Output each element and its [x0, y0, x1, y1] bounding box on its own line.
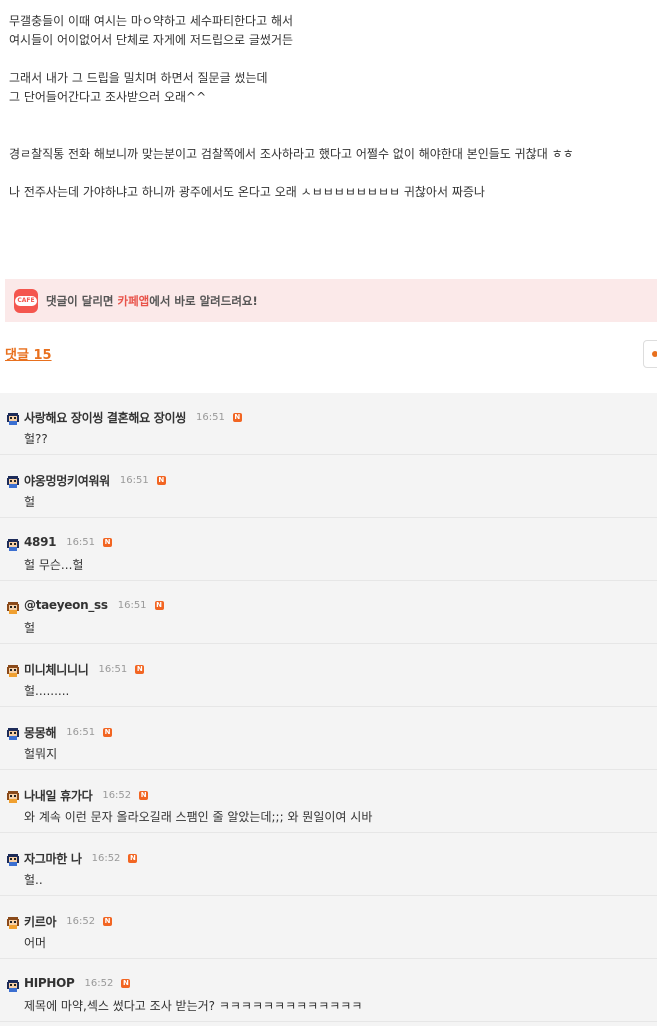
cafe-app-icon: CAFE [14, 288, 38, 313]
banner-text-before: 댓글이 달리면 [46, 293, 118, 308]
article-line: 경ㄹ찰직통 전화 해보니까 맞는분이고 검찰쪽에서 조사하라고 했다고 어쩔수 … [9, 147, 574, 161]
user-avatar-icon[interactable] [6, 789, 20, 803]
comment-meta: 몽몽해 16:51 N [24, 724, 113, 741]
comment-meta: HIPHOP 16:52 N [24, 976, 131, 990]
comment-text: 와 계속 이런 문자 올라오길래 스팸인 줄 알았는데;;; 와 뭔일이여 시바 [24, 810, 373, 824]
article-line: 그래서 내가 그 드립을 밀치며 하면서 질문글 썼는데 [9, 71, 268, 85]
comment-meta: 4891 16:51 N [24, 535, 113, 549]
comment-time: 16:51 [98, 664, 128, 675]
new-badge-icon: N [121, 978, 131, 988]
comment-nickname[interactable]: 몽몽해 [24, 724, 57, 741]
comment-nickname[interactable]: 야옹멍멍키여워워 [24, 472, 110, 489]
comment-text: 헐 [24, 495, 36, 509]
comment-text: 헐 [24, 621, 36, 635]
comment-item: 사랑해요 장이씽 결혼해요 장이씽 16:51 N 헐?? [0, 393, 657, 455]
new-badge-icon: N [232, 413, 242, 422]
article-line: 여시들이 어이없어서 단체로 자게에 저드립으로 글썼거든 [9, 33, 294, 47]
comment-nickname[interactable]: 자그마한 나 [24, 850, 82, 867]
comment-time: 16:52 [84, 977, 114, 989]
banner-text: 댓글이 달리면 카페앱에서 바로 알려드려요! [46, 293, 258, 309]
cafe-logo-text: CAFE [15, 295, 37, 306]
article-line: 나 전주사는데 가야하냐고 하니까 광주에서도 온다고 오래 ㅅㅂㅂㅂㅂㅂㅂㅂㅂ… [9, 185, 485, 199]
comment-meta: 미니체니니니 16:51 N [24, 661, 145, 678]
comment-time: 16:52 [91, 853, 121, 864]
comment-item: 키르아 16:52 N 어머 [0, 897, 657, 959]
user-avatar-icon[interactable] [6, 411, 20, 425]
comment-text: 헐......... [24, 684, 70, 698]
comment-nickname[interactable]: 나내일 휴가다 [24, 787, 93, 804]
user-avatar-icon[interactable] [6, 978, 20, 992]
side-toggle-button[interactable] [643, 340, 657, 368]
new-badge-icon: N [103, 917, 113, 926]
new-badge-icon: N [103, 537, 113, 547]
user-avatar-icon[interactable] [6, 600, 20, 614]
comment-item: @taeyeon_ss 16:51 N 헐 [0, 582, 657, 644]
comment-text: 헐뭐지 [24, 747, 58, 761]
comment-nickname[interactable]: 키르아 [24, 913, 57, 930]
comment-text: 어머 [24, 936, 47, 950]
user-avatar-icon[interactable] [6, 852, 20, 866]
user-avatar-icon[interactable] [6, 726, 20, 740]
comment-time: 16:51 [66, 727, 96, 738]
comment-list: 사랑해요 장이씽 결혼해요 장이씽 16:51 N 헐?? 야옹멍멍키여워워 16:51 N… [0, 393, 657, 1026]
comment-item: 4891 16:51 N 헐 무슨...헐 [0, 519, 657, 581]
comment-time: 16:52 [66, 916, 96, 927]
comment-item: HIPHOP 16:52 N 제목에 마약,섹스 썼다고 조사 받는거? ㅋㅋㅋㅋㅋㅋ… [0, 960, 657, 1022]
cafe-app-banner[interactable]: CAFE 댓글이 달리면 카페앱에서 바로 알려드려요! [5, 279, 657, 322]
banner-text-after: 에서 바로 알려드려요! [149, 293, 258, 308]
new-badge-icon: N [103, 728, 113, 737]
comment-time: 16:51 [117, 599, 147, 611]
comment-time: 16:51 [196, 412, 225, 423]
article-line: 무갤충들이 이때 여시는 마ㅇ약하고 세수파티한다고 해서 [9, 14, 294, 28]
comment-item: 몽몽해 16:51 N 헐뭐지 [0, 708, 657, 770]
comment-nickname[interactable]: 사랑해요 장이씽 결혼해요 장이씽 [24, 409, 186, 426]
article-line: 그 단어들어간다고 조사받으러 오래^^ [9, 90, 207, 104]
new-badge-icon: N [156, 476, 166, 485]
comment-item: 야옹멍멍키여워워 16:51 N 헐 [0, 456, 657, 518]
article-body: 무갤충들이 이때 여시는 마ㅇ약하고 세수파티한다고 해서 여시들이 어이없어서… [9, 12, 649, 202]
comment-nickname[interactable]: @taeyeon_ss [24, 598, 108, 612]
comment-text: 헐?? [24, 432, 48, 446]
comment-text: 헐 무슨...헐 [24, 558, 84, 572]
comment-item: 자그마한 나 16:52 N 헐.. [0, 834, 657, 896]
comment-meta: 키르아 16:52 N [24, 913, 113, 930]
comment-time: 16:52 [102, 790, 132, 801]
user-avatar-icon[interactable] [6, 663, 20, 677]
comment-meta: 사랑해요 장이씽 결혼해요 장이씽 16:51 N [24, 409, 242, 426]
user-avatar-icon[interactable] [6, 537, 20, 551]
new-badge-icon: N [128, 854, 138, 863]
comment-item: 나내일 휴가다 16:52 N 와 계속 이런 문자 올라오길래 스팸인 줄 알았는데… [0, 771, 657, 833]
new-badge-icon: N [139, 791, 149, 800]
comment-meta: 자그마한 나 16:52 N [24, 850, 138, 867]
new-badge-icon: N [154, 600, 164, 610]
comment-meta: 나내일 휴가다 16:52 N [24, 787, 149, 804]
comment-nickname[interactable]: HIPHOP [24, 976, 75, 990]
comment-meta: @taeyeon_ss 16:51 N [24, 598, 164, 612]
comment-nickname[interactable]: 미니체니니니 [24, 661, 89, 678]
comment-time: 16:51 [66, 536, 96, 548]
comment-text: 제목에 마약,섹스 썼다고 조사 받는거? ㅋㅋㅋㅋㅋㅋㅋㅋㅋㅋㅋㅋㅋ [24, 999, 363, 1013]
new-badge-icon: N [135, 665, 145, 674]
comment-time: 16:51 [119, 475, 149, 486]
comment-count-link[interactable]: 댓글 15 [5, 344, 52, 363]
comment-text: 헐.. [24, 873, 43, 887]
user-avatar-icon[interactable] [6, 474, 20, 488]
dot-icon [652, 351, 657, 357]
user-avatar-icon[interactable] [6, 915, 20, 929]
banner-text-accent: 카페앱 [117, 293, 150, 308]
comment-meta: 야옹멍멍키여워워 16:51 N [24, 472, 166, 489]
comment-item: 미니체니니니 16:51 N 헐......... [0, 645, 657, 707]
comment-nickname[interactable]: 4891 [24, 535, 57, 549]
